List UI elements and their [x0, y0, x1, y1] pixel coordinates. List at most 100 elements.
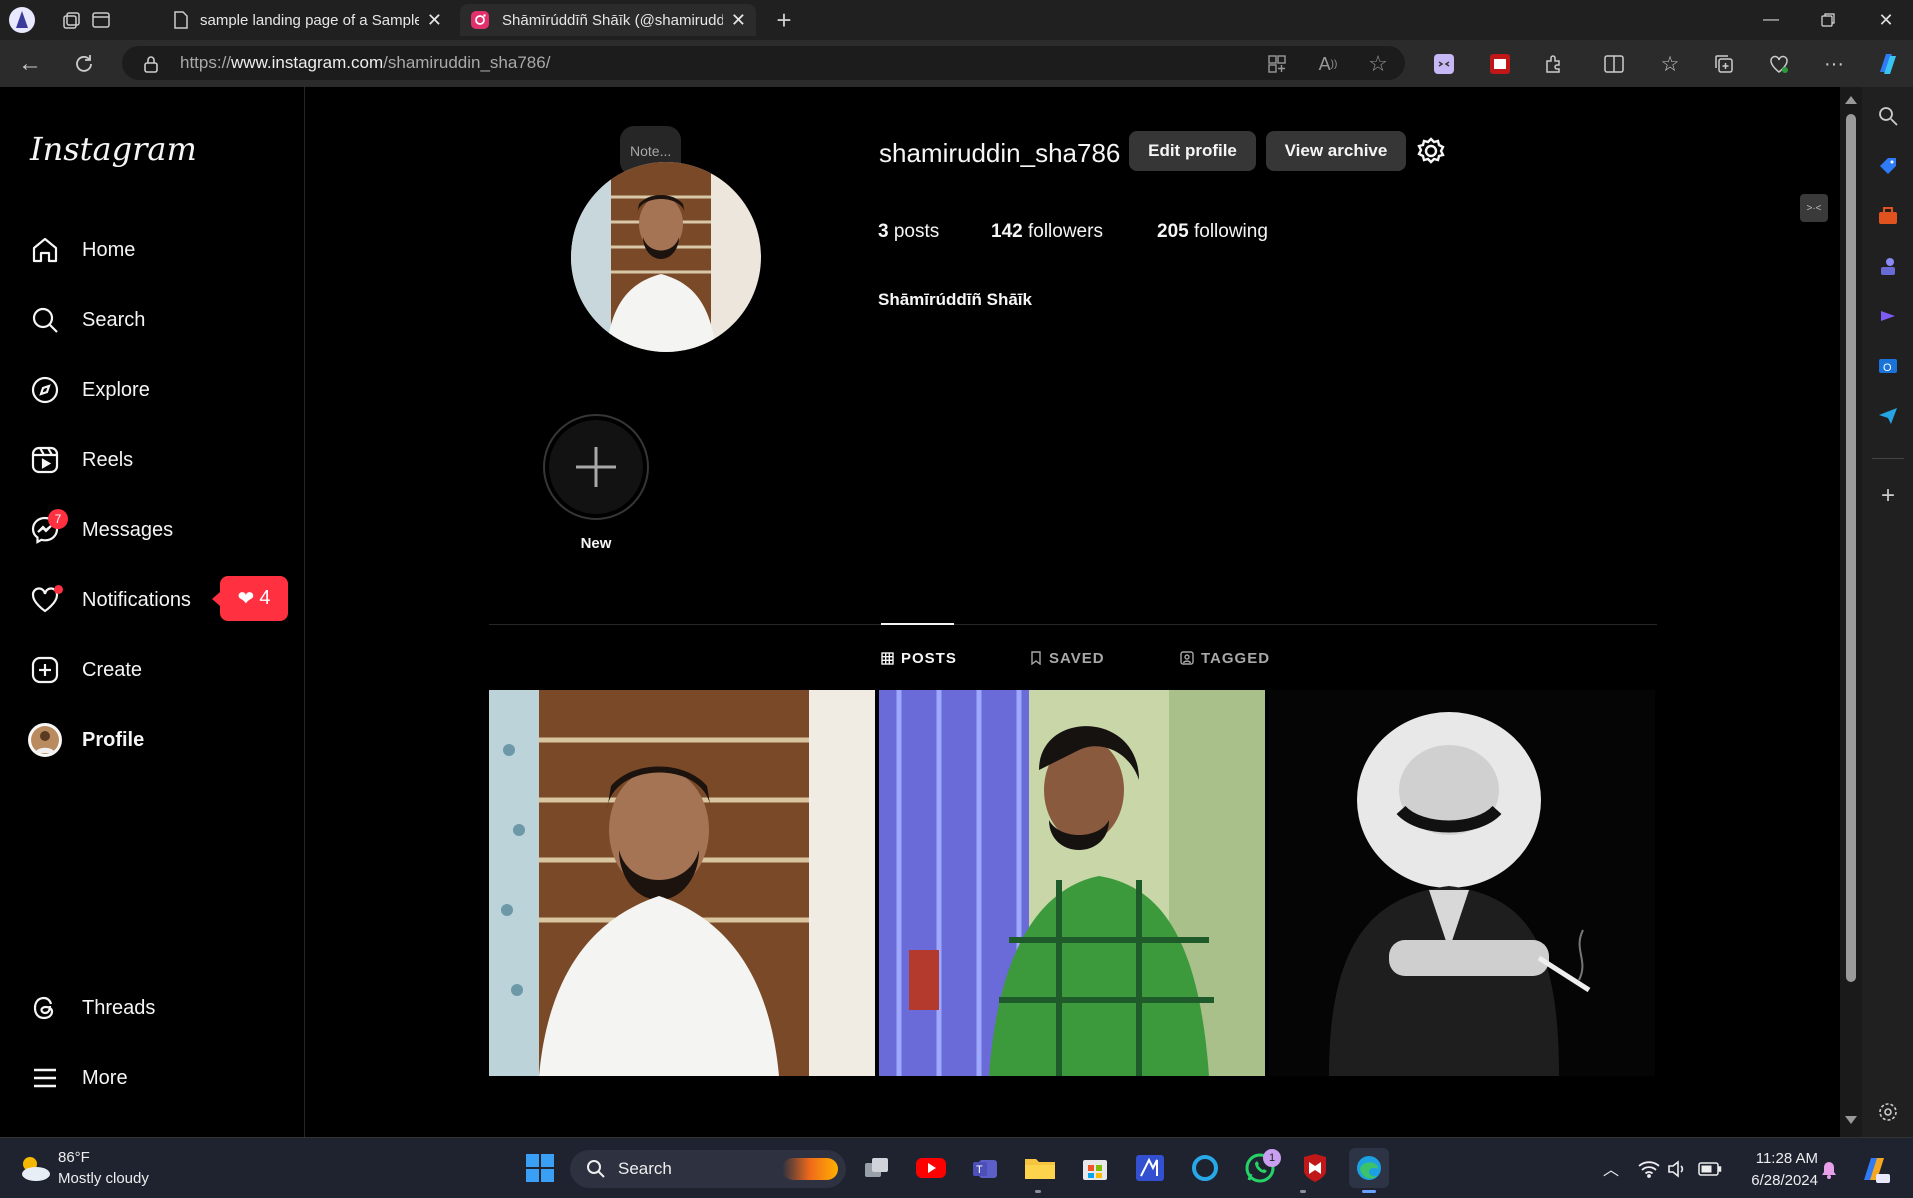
read-aloud-icon[interactable]: A)): [1310, 46, 1346, 82]
settings-more-icon[interactable]: ···: [1816, 46, 1852, 82]
sidebar-send-icon[interactable]: [1870, 398, 1906, 434]
post-tile[interactable]: [489, 690, 875, 1076]
new-tab-icon[interactable]: +: [766, 2, 802, 38]
battery-icon[interactable]: [1698, 1161, 1722, 1182]
browser-essentials-icon[interactable]: [1761, 46, 1797, 82]
sidebar-item-notifications[interactable]: Notifications: [28, 575, 191, 625]
back-icon[interactable]: ←: [12, 46, 48, 82]
notifications-popup[interactable]: ❤ 4: [212, 576, 288, 621]
menu-icon: [28, 1061, 62, 1095]
favorite-star-icon[interactable]: ☆: [1360, 46, 1396, 82]
copilot-icon[interactable]: [1870, 46, 1906, 82]
close-tab-icon[interactable]: ✕: [731, 10, 746, 31]
tab-posts[interactable]: POSTS: [881, 648, 957, 668]
mcafee-icon[interactable]: [1295, 1148, 1335, 1188]
sidebar-item-messages[interactable]: 7 Messages: [28, 505, 173, 555]
sidebar-search-icon[interactable]: [1870, 98, 1906, 134]
sidebar-item-label: Threads: [82, 996, 156, 1019]
profile-picture[interactable]: [571, 162, 761, 352]
clock-time[interactable]: 11:28 AM: [1738, 1150, 1818, 1167]
sidebar-item-profile[interactable]: Profile: [28, 715, 144, 765]
split-screen-icon[interactable]: [1596, 46, 1632, 82]
post-tile[interactable]: [879, 690, 1265, 1076]
following-label: following: [1193, 221, 1268, 242]
notification-bell-icon[interactable]: [1819, 1160, 1839, 1185]
address-bar[interactable]: https://www.instagram.com/shamiruddin_sh…: [122, 46, 1405, 80]
tagged-icon: [1180, 651, 1194, 665]
home-icon: [28, 233, 62, 267]
browser-tab-active[interactable]: Shāmīrúddīñ Shāīk (@shamiruddin_sha786) …: [460, 4, 756, 36]
messages-badge: 7: [48, 509, 68, 529]
task-view-icon[interactable]: [857, 1148, 897, 1188]
scroll-up-icon[interactable]: [1845, 96, 1857, 104]
teams-icon[interactable]: T: [966, 1148, 1006, 1188]
sidebar-item-label: Reels: [82, 448, 134, 471]
minimize-icon[interactable]: —: [1749, 6, 1793, 34]
clock-date[interactable]: 6/28/2024: [1728, 1172, 1818, 1189]
sidebar-outlook-icon[interactable]: O: [1870, 348, 1906, 384]
show-hidden-icons-chevron-icon[interactable]: ︿: [1591, 1148, 1631, 1188]
sidebar-settings-icon[interactable]: [1870, 1094, 1906, 1130]
refresh-icon[interactable]: [66, 46, 102, 82]
sidebar-item-explore[interactable]: Explore: [28, 365, 150, 415]
weather-temp[interactable]: 86°F: [58, 1149, 90, 1166]
sidebar-copilot-icon[interactable]: [1870, 298, 1906, 334]
settings-gear-icon[interactable]: [1416, 136, 1446, 171]
instagram-logo[interactable]: Instagram: [30, 130, 197, 168]
post-tile[interactable]: [1269, 690, 1655, 1076]
avatar-icon: [28, 723, 62, 757]
scrollbar-thumb[interactable]: [1846, 114, 1856, 982]
posts-count-value: 3: [878, 221, 889, 242]
extension-icon[interactable]: [1426, 46, 1462, 82]
tab-saved[interactable]: SAVED: [1030, 648, 1105, 668]
collections-icon[interactable]: [1706, 46, 1742, 82]
sidebar-shopping-icon[interactable]: [1870, 148, 1906, 184]
sidebar-item-threads[interactable]: Threads: [28, 983, 155, 1033]
tab-title: Shāmīrúddīñ Shāīk (@shamiruddin_sha786): [502, 11, 723, 29]
scroll-down-icon[interactable]: [1845, 1116, 1857, 1124]
taskbar-search[interactable]: Search: [570, 1150, 846, 1188]
tab-actions-icon[interactable]: [83, 2, 119, 38]
browser-tab[interactable]: sample landing page of a Sample ✕: [162, 4, 452, 36]
mcafee-extension-icon[interactable]: [1482, 46, 1518, 82]
cortana-icon[interactable]: [1185, 1148, 1225, 1188]
lock-icon[interactable]: [142, 54, 160, 79]
view-archive-button[interactable]: View archive: [1266, 131, 1406, 171]
sidebar-item-more[interactable]: More: [28, 1053, 128, 1103]
restore-icon[interactable]: [1806, 6, 1850, 34]
wifi-icon[interactable]: [1638, 1160, 1660, 1183]
tab-tagged[interactable]: TAGGED: [1180, 648, 1270, 668]
sidebar-add-icon[interactable]: +: [1870, 478, 1906, 514]
file-explorer-icon[interactable]: [1020, 1148, 1060, 1188]
app-icon[interactable]: [1130, 1148, 1170, 1188]
sidebar-games-icon[interactable]: [1870, 248, 1906, 284]
sidebar-item-home[interactable]: Home: [28, 225, 135, 275]
weather-desc[interactable]: Mostly cloudy: [58, 1170, 149, 1187]
sidebar-tools-icon[interactable]: [1870, 198, 1906, 234]
sidebar-item-search[interactable]: Search: [28, 295, 145, 345]
edit-profile-button[interactable]: Edit profile: [1129, 131, 1256, 171]
volume-icon[interactable]: [1667, 1160, 1687, 1183]
new-highlight-button[interactable]: [543, 414, 649, 520]
microsoft-store-icon[interactable]: [1075, 1148, 1115, 1188]
weather-cloud-icon[interactable]: [16, 1153, 52, 1188]
profile-avatar-icon[interactable]: [4, 2, 40, 38]
extensions-puzzle-icon[interactable]: [1536, 46, 1572, 82]
close-window-icon[interactable]: ✕: [1864, 6, 1908, 34]
youtube-icon[interactable]: [911, 1148, 951, 1188]
sidebar-item-reels[interactable]: Reels: [28, 435, 133, 485]
close-tab-icon[interactable]: ✕: [427, 10, 442, 31]
floating-extension-icon[interactable]: >·<: [1800, 194, 1828, 222]
favorites-icon[interactable]: ☆: [1652, 46, 1688, 82]
posts-count[interactable]: 3 posts: [878, 221, 939, 243]
windows-start-icon[interactable]: [520, 1148, 560, 1188]
app-available-icon[interactable]: [1259, 46, 1295, 82]
following-count[interactable]: 205 following: [1157, 221, 1268, 243]
followers-count[interactable]: 142 followers: [991, 221, 1103, 243]
search-icon: [28, 303, 62, 337]
following-count-value: 205: [1157, 221, 1189, 242]
copilot-taskbar-icon[interactable]: [1858, 1154, 1890, 1189]
running-app-indicator: [1300, 1190, 1306, 1193]
sidebar-item-create[interactable]: Create: [28, 645, 142, 695]
edge-browser-icon[interactable]: [1349, 1148, 1389, 1188]
